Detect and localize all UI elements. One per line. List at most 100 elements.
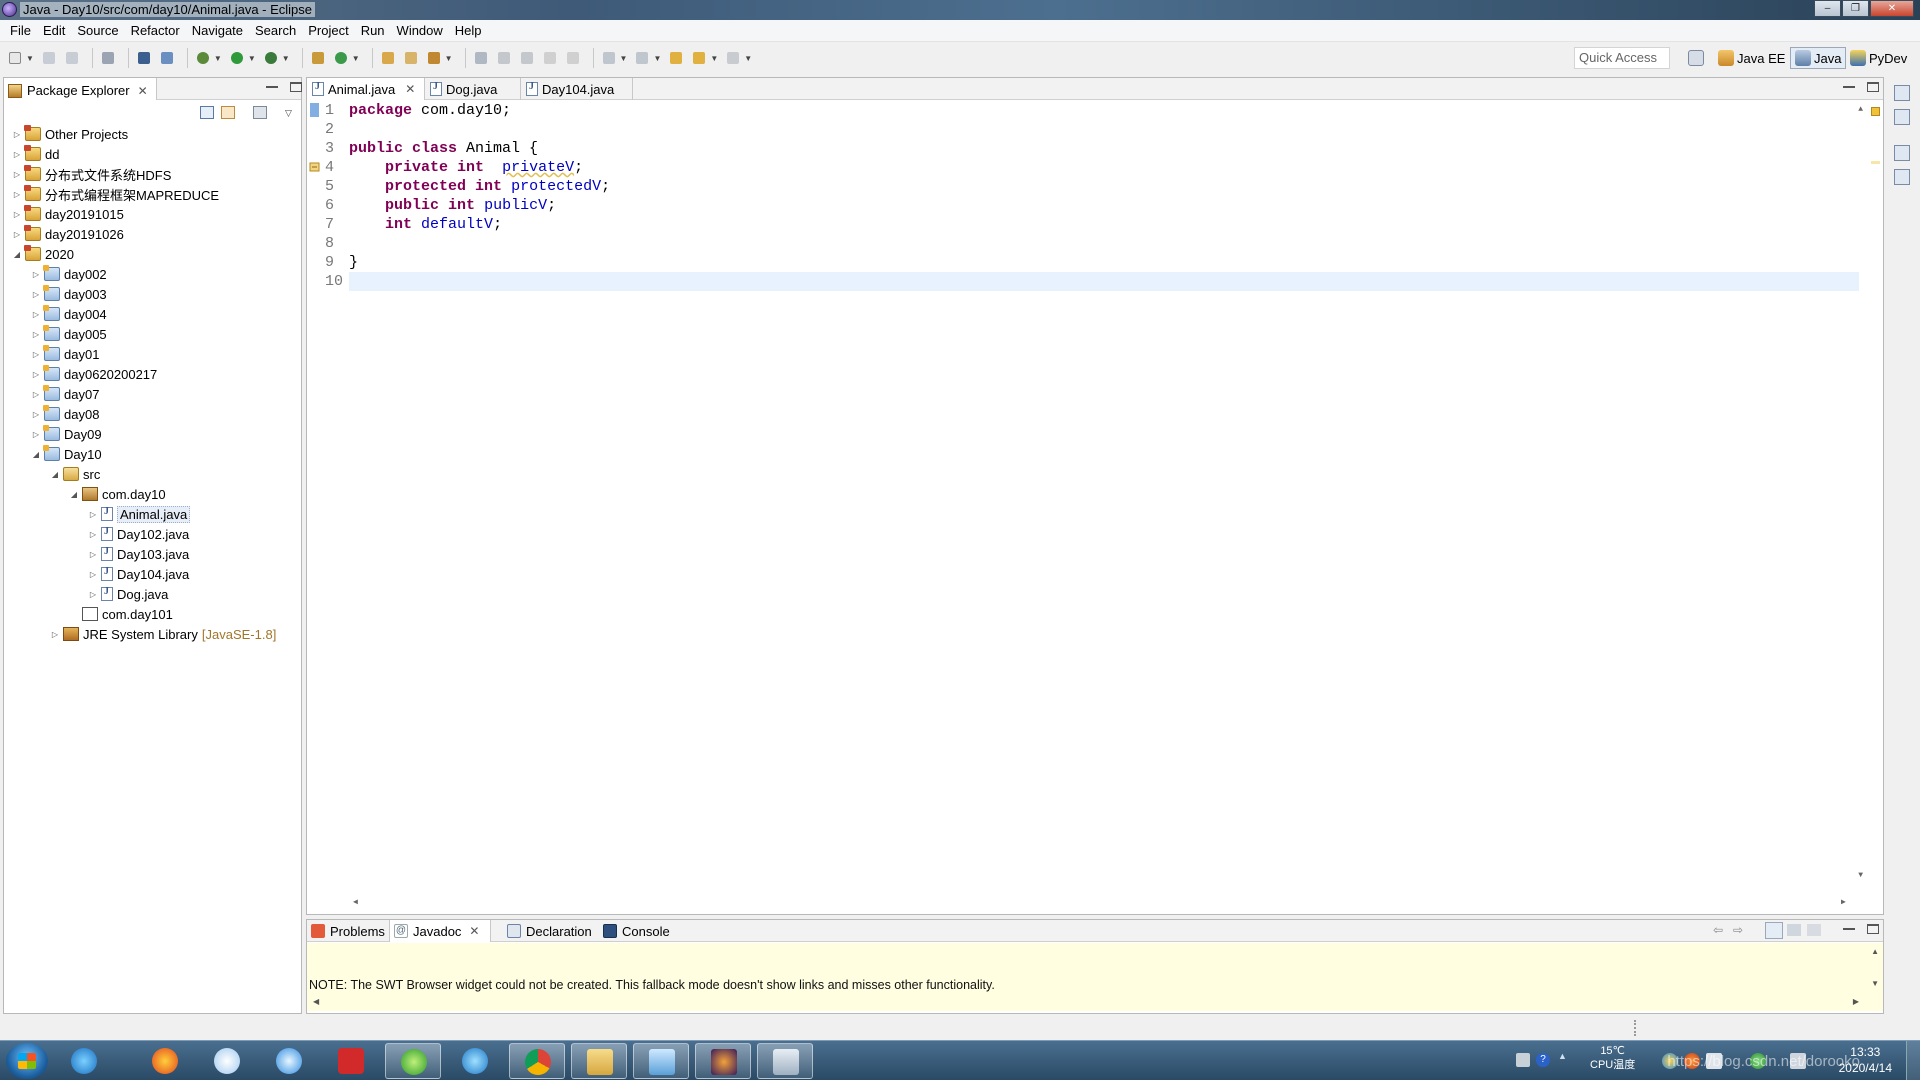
annotation-ruler[interactable]: [307, 101, 321, 891]
taskbar-update-app[interactable]: [385, 1043, 441, 1079]
menu-source[interactable]: Source: [71, 23, 124, 38]
tree-item[interactable]: ▷ dd: [4, 144, 301, 164]
overview-ruler[interactable]: [1869, 101, 1883, 891]
show-hidden-icons[interactable]: ▲: [1558, 1051, 1567, 1061]
run-icon[interactable]: [228, 49, 246, 67]
collapsed-arrow-icon[interactable]: ▷: [31, 310, 41, 319]
eclipse-app-icon[interactable]: [2, 2, 17, 17]
collapsed-arrow-icon[interactable]: ▷: [12, 190, 22, 199]
show-whitespace-icon[interactable]: [541, 49, 559, 67]
forward-icon[interactable]: [724, 49, 742, 67]
collapsed-arrow-icon[interactable]: ▷: [50, 630, 60, 639]
tree-item[interactable]: ▷ Day102.java: [4, 524, 301, 544]
collapsed-arrow-icon[interactable]: ▷: [31, 350, 41, 359]
previous-annotation-icon[interactable]: [633, 49, 651, 67]
open-input-icon[interactable]: [1787, 924, 1801, 936]
search-icon[interactable]: [425, 49, 443, 67]
collapse-all-icon[interactable]: [200, 106, 214, 119]
overview-warning-mark[interactable]: [1871, 161, 1880, 164]
collapsed-arrow-icon[interactable]: ▷: [88, 510, 98, 519]
debug-dropdown-icon[interactable]: ▼: [214, 54, 222, 63]
close-button[interactable]: ✕: [1870, 0, 1914, 17]
collapsed-arrow-icon[interactable]: ▷: [88, 550, 98, 559]
code-line[interactable]: [349, 234, 1849, 253]
last-edit-location-icon[interactable]: [667, 49, 685, 67]
new-dropdown-icon[interactable]: ▼: [26, 54, 34, 63]
external-tools-icon[interactable]: [262, 49, 280, 67]
skip-breakpoints-icon[interactable]: [158, 49, 176, 67]
tab-console[interactable]: Console: [599, 920, 679, 942]
cpu-temperature[interactable]: 15℃ CPU温度: [1590, 1044, 1635, 1072]
forward-dropdown-icon[interactable]: ▼: [744, 54, 752, 63]
tree-item[interactable]: ◢ 2020: [4, 244, 301, 264]
tree-item[interactable]: com.day101: [4, 604, 301, 624]
overview-warning-icon[interactable]: [1871, 107, 1880, 116]
expanded-arrow-icon[interactable]: ◢: [12, 250, 22, 259]
code-line[interactable]: [349, 272, 1849, 291]
collapsed-arrow-icon[interactable]: ▷: [31, 370, 41, 379]
source-code[interactable]: package com.day10; public class Animal { …: [349, 101, 1849, 291]
save-all-icon[interactable]: [63, 49, 81, 67]
collapsed-arrow-icon[interactable]: ▷: [31, 330, 41, 339]
collapsed-arrow-icon[interactable]: ▷: [12, 210, 22, 219]
scroll-left-icon[interactable]: ◀: [313, 997, 319, 1006]
code-area[interactable]: 1 2 3 4 5 6 7 8 9 10 package com.day10; public cla…: [307, 101, 1883, 907]
quick-access-input[interactable]: Quick Access: [1574, 47, 1670, 69]
taskbar-cloud-app[interactable]: [261, 1043, 317, 1079]
bookmark-marker[interactable]: [310, 103, 319, 117]
toggle-mark-occurrences-icon[interactable]: [472, 49, 490, 67]
maximize-icon[interactable]: [290, 82, 302, 92]
collapsed-arrow-icon[interactable]: ▷: [12, 150, 22, 159]
code-line[interactable]: protected int protectedV;: [349, 177, 1849, 196]
collapsed-arrow-icon[interactable]: ▷: [12, 170, 22, 179]
tree-item[interactable]: ▷ 分布式文件系统HDFS: [4, 164, 301, 184]
taskbar-firefox-app[interactable]: [137, 1043, 193, 1079]
maximize-icon[interactable]: [1867, 924, 1879, 934]
taskbar-baidu-netdisk-app[interactable]: [199, 1043, 255, 1079]
tree-item[interactable]: ▷ day005: [4, 324, 301, 344]
code-line[interactable]: package com.day10;: [349, 101, 1849, 120]
menu-window[interactable]: Window: [391, 23, 449, 38]
previous-annotation-dropdown-icon[interactable]: ▼: [653, 54, 661, 63]
tree-item[interactable]: ▷ day07: [4, 384, 301, 404]
next-annotation-icon[interactable]: [600, 49, 618, 67]
code-line[interactable]: private int privateV;: [349, 158, 1849, 177]
tree-item[interactable]: ▷ 分布式编程框架MAPREDUCE: [4, 184, 301, 204]
pin-icon[interactable]: [1807, 924, 1821, 936]
minimize-icon[interactable]: [1843, 86, 1855, 88]
taskbar-explorer-app[interactable]: [571, 1043, 627, 1079]
tree-item[interactable]: ▷ day003: [4, 284, 301, 304]
expanded-arrow-icon[interactable]: ◢: [50, 470, 60, 479]
open-perspective-button[interactable]: [1684, 47, 1711, 69]
tree-item[interactable]: ▷ day08: [4, 404, 301, 424]
warning-marker-icon[interactable]: [309, 161, 321, 173]
tab-package-explorer[interactable]: Package Explorer ✕: [4, 78, 157, 100]
collapsed-arrow-icon[interactable]: ▷: [31, 430, 41, 439]
taskbar-notepad-app[interactable]: [633, 1043, 689, 1079]
menu-project[interactable]: Project: [302, 23, 354, 38]
restore-view-icon[interactable]: [1894, 145, 1910, 161]
new-icon[interactable]: [6, 49, 24, 67]
perspective-java[interactable]: Java: [1790, 47, 1847, 69]
collapsed-arrow-icon[interactable]: ▷: [12, 230, 22, 239]
collapsed-arrow-icon[interactable]: ▷: [31, 390, 41, 399]
menu-refactor[interactable]: Refactor: [125, 23, 186, 38]
link-with-selection-icon[interactable]: [1765, 922, 1783, 939]
restore-view-icon[interactable]: [1894, 85, 1910, 101]
new-java-project-icon[interactable]: [309, 49, 327, 67]
toggle-highlight-icon[interactable]: [495, 49, 513, 67]
system-clock[interactable]: 13:33 2020/4/14: [1839, 1044, 1892, 1076]
tree-item[interactable]: ▷ Day09: [4, 424, 301, 444]
tree-item[interactable]: ◢ Day10: [4, 444, 301, 464]
minimize-icon[interactable]: [1843, 928, 1855, 930]
focus-task-icon[interactable]: [253, 106, 267, 119]
help-icon[interactable]: ?: [1536, 1053, 1550, 1067]
code-line[interactable]: }: [349, 253, 1849, 272]
tab-day104-java[interactable]: Day104.java: [521, 78, 633, 100]
print-icon[interactable]: [99, 49, 117, 67]
scroll-right-icon[interactable]: ▶: [1841, 897, 1846, 907]
debug-icon[interactable]: [194, 49, 212, 67]
save-icon[interactable]: [40, 49, 58, 67]
scroll-left-icon[interactable]: ◀: [353, 897, 358, 907]
expanded-arrow-icon[interactable]: ◢: [31, 450, 41, 459]
